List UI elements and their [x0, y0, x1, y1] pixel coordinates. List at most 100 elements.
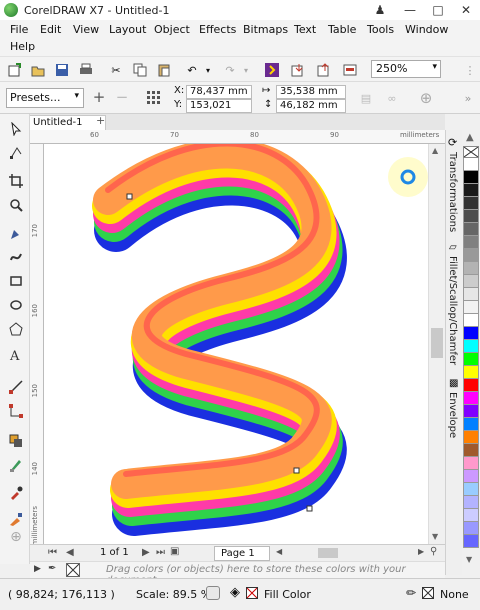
rainbow-s-artwork[interactable] — [44, 144, 445, 544]
lock-ratio-icon[interactable]: ∞ — [384, 90, 400, 106]
search-content-icon[interactable] — [264, 62, 280, 78]
last-page-icon[interactable]: ⏭ — [156, 547, 165, 558]
scroll-left-icon[interactable]: ◀ — [276, 547, 282, 556]
snap-icon[interactable] — [206, 586, 220, 600]
palette-swatch[interactable] — [463, 158, 479, 171]
undo-dropdown-icon[interactable]: ▾ — [200, 62, 216, 78]
transformations-icon[interactable]: ⟳ — [448, 136, 457, 149]
palette-swatch[interactable] — [463, 197, 479, 210]
eyedropper-small-icon[interactable]: ✒ — [48, 563, 56, 574]
reference-point-icon[interactable] — [145, 89, 161, 105]
docker-tab-transformations[interactable]: Transformations — [447, 152, 458, 232]
palette-swatch[interactable] — [463, 509, 479, 522]
menu-file[interactable]: File — [10, 23, 28, 36]
envelope-icon[interactable]: ▩ — [449, 378, 458, 389]
pick-tool-icon[interactable] — [7, 120, 25, 138]
palette-swatch[interactable] — [463, 249, 479, 262]
redo-icon[interactable]: ↷ — [222, 62, 238, 78]
palette-swatch[interactable] — [463, 392, 479, 405]
menu-view[interactable]: View — [73, 23, 99, 36]
palette-swatch[interactable] — [463, 353, 479, 366]
drawing-canvas[interactable] — [44, 144, 445, 544]
add-icon[interactable]: ⊕ — [418, 89, 434, 107]
palette-arrow-icon[interactable]: ▲ — [466, 132, 474, 143]
minimize-button[interactable]: — — [396, 0, 424, 20]
more-options-icon[interactable]: ⋮ — [462, 62, 478, 78]
eyedropper-icon[interactable] — [7, 484, 25, 502]
save-icon[interactable] — [54, 62, 70, 78]
palette-swatch[interactable] — [463, 288, 479, 301]
parallel-dimension-icon[interactable] — [7, 378, 25, 396]
x-position-field[interactable]: 78,437 mm — [186, 85, 252, 99]
menu-window[interactable]: Window — [405, 23, 448, 36]
copy-icon[interactable] — [132, 62, 148, 78]
palette-swatch[interactable] — [463, 262, 479, 275]
shape-tool-icon[interactable] — [7, 144, 25, 162]
fillet-icon[interactable]: ▱ — [449, 242, 457, 253]
palette-swatch[interactable] — [463, 223, 479, 236]
add-preset-icon[interactable]: + — [91, 88, 107, 106]
rectangle-tool-icon[interactable] — [7, 272, 25, 290]
polygon-tool-icon[interactable] — [7, 320, 25, 338]
docker-tab-envelope[interactable]: Envelope — [447, 392, 458, 438]
user-icon[interactable]: ♟ — [366, 0, 394, 20]
transparency-icon[interactable] — [7, 456, 25, 474]
menu-text[interactable]: Text — [294, 23, 316, 36]
publish-pdf-icon[interactable] — [342, 62, 358, 78]
palette-swatch[interactable] — [463, 457, 479, 470]
y-position-field[interactable]: 153,021 mm — [186, 99, 252, 123]
doc-palette-menu-icon[interactable]: ▶ — [34, 564, 41, 574]
outline-pen-icon[interactable]: ✏ — [406, 586, 416, 600]
add-tool-icon[interactable]: ⊕ — [7, 528, 25, 546]
menu-object[interactable]: Object — [154, 23, 190, 36]
palette-swatch[interactable] — [463, 444, 479, 457]
undo-icon[interactable]: ↶ — [184, 62, 200, 78]
palette-swatch[interactable] — [463, 366, 479, 379]
menu-bitmaps[interactable]: Bitmaps — [243, 23, 288, 36]
palette-swatch[interactable] — [463, 340, 479, 353]
fill-bucket-icon[interactable]: ◈ — [230, 585, 240, 600]
cut-icon[interactable]: ✂ — [108, 62, 124, 78]
previous-page-icon[interactable]: ◀ — [66, 547, 74, 558]
palette-swatch[interactable] — [463, 236, 479, 249]
selection-handle[interactable] — [306, 505, 313, 512]
next-page-icon[interactable]: ▶ — [142, 547, 150, 558]
menu-tools[interactable]: Tools — [367, 23, 394, 36]
palette-swatch[interactable] — [463, 496, 479, 509]
palette-scroll-down-icon[interactable]: ▼ — [466, 555, 472, 564]
palette-swatch[interactable] — [463, 184, 479, 197]
menu-layout[interactable]: Layout — [109, 23, 146, 36]
width-field[interactable]: 35,538 mm — [276, 85, 346, 99]
scroll-right-icon[interactable]: ▶ — [418, 547, 424, 556]
add-page-icon[interactable]: ▣ — [170, 546, 179, 557]
crop-tool-icon[interactable] — [7, 172, 25, 190]
import-icon[interactable] — [290, 62, 306, 78]
scale-icon[interactable]: ▤ — [358, 90, 374, 106]
first-page-icon[interactable]: ⏮ — [48, 547, 57, 558]
palette-swatch[interactable] — [463, 535, 479, 548]
menu-help[interactable]: Help — [10, 40, 35, 53]
scroll-down-icon[interactable]: ▼ — [432, 532, 438, 541]
new-icon[interactable] — [6, 62, 22, 78]
vertical-scrollbar[interactable]: ▲ ▼ — [428, 144, 445, 544]
palette-swatch[interactable] — [463, 301, 479, 314]
freehand-tool-icon[interactable] — [7, 224, 25, 242]
new-tab-icon[interactable]: + — [96, 114, 105, 127]
connector-tool-icon[interactable] — [7, 402, 25, 420]
vertical-scroll-thumb[interactable] — [431, 328, 443, 358]
fill-color-swatch[interactable] — [246, 587, 258, 599]
zoom-tool-icon[interactable] — [7, 196, 25, 214]
palette-swatch[interactable] — [463, 171, 479, 184]
print-icon[interactable] — [78, 62, 94, 78]
interactive-fill-icon[interactable] — [7, 510, 25, 528]
tab-untitled-1[interactable]: Untitled-1 — [28, 115, 106, 130]
close-button[interactable]: ✕ — [452, 0, 480, 20]
palette-swatch[interactable] — [463, 522, 479, 535]
ellipse-tool-icon[interactable] — [7, 296, 25, 314]
doc-no-color-swatch[interactable] — [66, 563, 80, 577]
scroll-up-icon[interactable]: ▲ — [432, 146, 438, 155]
palette-swatch[interactable] — [463, 418, 479, 431]
menu-table[interactable]: Table — [328, 23, 356, 36]
presets-select[interactable]: Presets... ▾ — [6, 88, 84, 108]
palette-swatch[interactable] — [463, 210, 479, 223]
